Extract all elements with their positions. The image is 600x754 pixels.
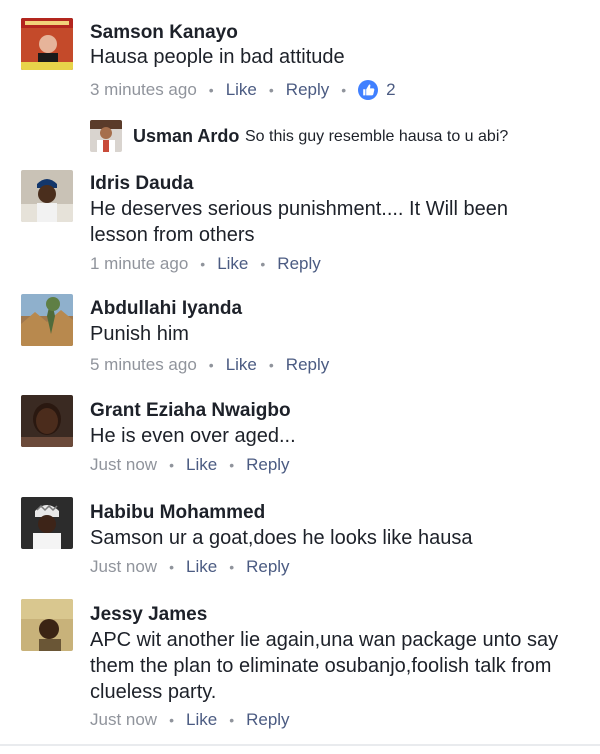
separator-dot: •	[169, 712, 174, 728]
comment-meta: Just now • Like • Reply	[90, 710, 290, 730]
divider	[0, 744, 600, 746]
reply-button[interactable]: Reply	[286, 80, 329, 100]
reply-author-name[interactable]: Usman Ardo	[133, 126, 239, 147]
comment-meta: 5 minutes ago • Like • Reply	[90, 355, 329, 375]
comment-text: Hausa people in bad attitude	[90, 46, 345, 68]
avatar[interactable]	[21, 395, 73, 447]
separator-dot: •	[208, 357, 214, 373]
like-button[interactable]: Like	[186, 455, 217, 475]
timestamp: 3 minutes ago	[90, 80, 197, 99]
reply-button[interactable]: Reply	[246, 557, 289, 577]
separator-dot: •	[169, 559, 174, 575]
separator-dot: •	[200, 256, 206, 272]
comment-meta: Just now • Like • Reply	[90, 557, 290, 577]
avatar[interactable]	[21, 18, 73, 70]
reply-button[interactable]: Reply	[286, 355, 329, 375]
commenter-name[interactable]: Grant Eziaha Nwaigbo	[90, 400, 291, 422]
avatar[interactable]	[21, 170, 73, 222]
separator-dot: •	[268, 357, 274, 373]
avatar[interactable]	[21, 599, 73, 651]
comment-text: He deserves serious punishment.... It Wi…	[90, 198, 508, 246]
separator-dot: •	[260, 256, 266, 272]
separator-dot: •	[229, 457, 235, 473]
reply-text: So this guy resemble hausa to u abi?	[245, 128, 509, 145]
separator-dot: •	[229, 559, 235, 575]
separator-dot: •	[169, 457, 174, 473]
timestamp: Just now	[90, 557, 158, 576]
like-button[interactable]: Like	[186, 557, 217, 577]
commenter-name[interactable]: Samson Kanayo	[90, 22, 238, 44]
thumbs-up-icon[interactable]	[358, 80, 379, 100]
like-button[interactable]: Like	[217, 254, 248, 274]
timestamp: Just now	[90, 455, 158, 474]
separator-dot: •	[268, 82, 274, 98]
comment-text: APC wit another lie again,una wan packag…	[90, 629, 559, 703]
commenter-name[interactable]: Abdullahi Iyanda	[90, 298, 242, 320]
separator-dot: •	[229, 712, 235, 728]
reply-button[interactable]: Reply	[246, 455, 289, 475]
comment-text: Punish him	[90, 323, 189, 345]
comment-text: He is even over aged...	[90, 425, 296, 447]
reaction-count[interactable]: 2	[386, 80, 395, 100]
comment-text: Samson ur a goat,does he looks like haus…	[90, 527, 473, 549]
reply-button[interactable]: Reply	[277, 254, 320, 274]
timestamp: Just now	[90, 710, 158, 729]
avatar[interactable]	[90, 120, 122, 152]
comment-meta: 3 minutes ago • Like • Reply • 2	[90, 80, 396, 100]
timestamp: 1 minute ago	[90, 254, 189, 273]
commenter-name[interactable]: Habibu Mohammed	[90, 502, 265, 524]
comment-meta: 1 minute ago • Like • Reply	[90, 254, 321, 274]
reply-button[interactable]: Reply	[246, 710, 289, 730]
commenter-name[interactable]: Idris Dauda	[90, 173, 193, 195]
like-button[interactable]: Like	[226, 80, 257, 100]
avatar[interactable]	[21, 497, 73, 549]
like-button[interactable]: Like	[186, 710, 217, 730]
like-button[interactable]: Like	[226, 355, 257, 375]
timestamp: 5 minutes ago	[90, 355, 197, 374]
separator-dot: •	[341, 82, 347, 98]
commenter-name[interactable]: Jessy James	[90, 604, 207, 626]
avatar[interactable]	[21, 294, 73, 346]
separator-dot: •	[208, 82, 214, 98]
comment-meta: Just now • Like • Reply	[90, 455, 290, 475]
